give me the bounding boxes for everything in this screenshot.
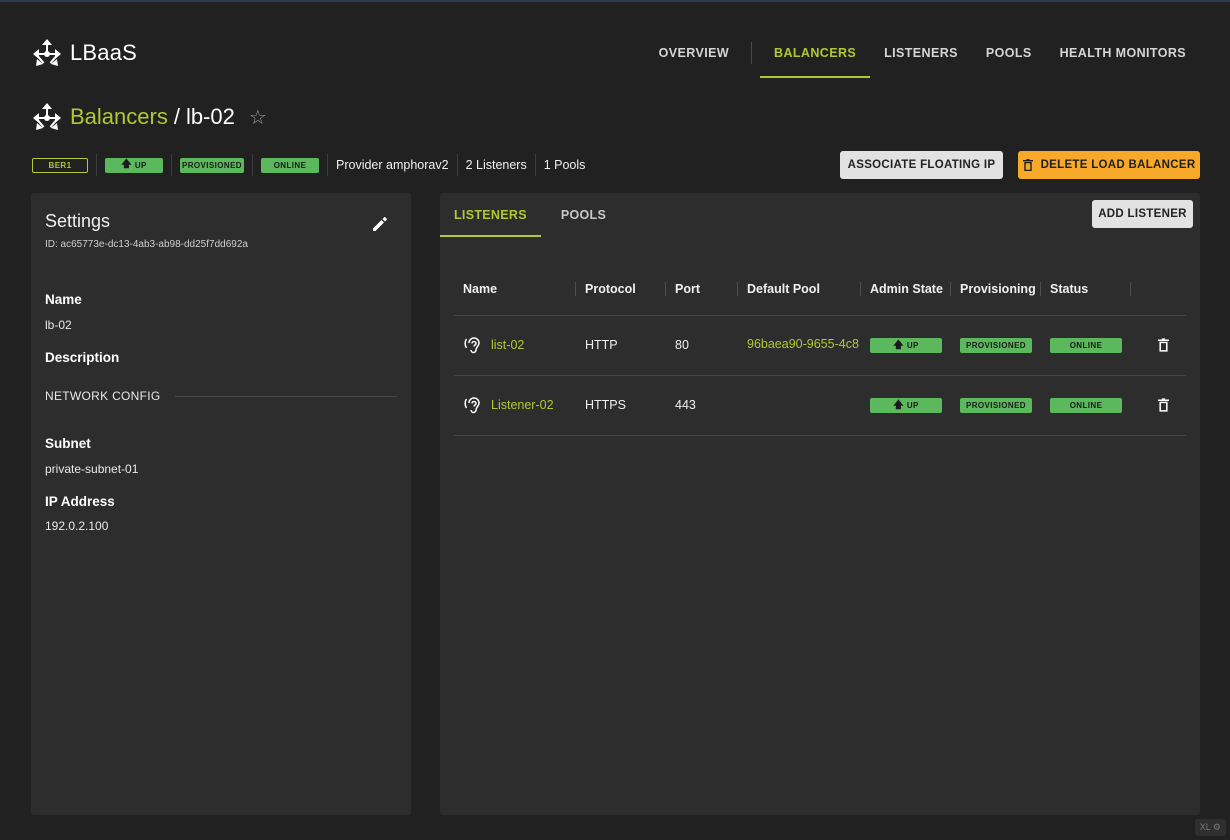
column-header-protocol[interactable]: Protocol — [576, 263, 666, 315]
ip-address-label: IP Address — [45, 494, 115, 509]
corner-badge-label: XL — [1199, 822, 1211, 832]
name-value: lb-02 — [45, 318, 72, 332]
trash-icon — [1022, 159, 1033, 171]
listener-protocol: HTTP — [576, 314, 666, 375]
provisioning-badge: PROVISIONED — [180, 157, 244, 173]
admin-state-text: UP — [906, 401, 919, 411]
table-row: list-02 HTTP 80 96baea90-9655-4c8 🡅 UP P… — [454, 314, 1186, 375]
provisioning-badge: PROVISIONED — [960, 338, 1032, 353]
listeners-table: Name Protocol Port Default Pool Admin St… — [454, 263, 1186, 436]
nav-listeners[interactable]: LISTENERS — [870, 32, 972, 78]
arrow-up-icon: 🡅 — [893, 339, 904, 351]
nav-health-monitors[interactable]: HEALTH MONITORS — [1046, 32, 1200, 78]
column-header-status[interactable]: Status — [1041, 263, 1131, 315]
admin-state-badge: 🡅 UP — [870, 338, 942, 354]
subnet-value: private-subnet-01 — [45, 462, 139, 476]
listener-port: 80 — [666, 314, 738, 375]
add-listener-button[interactable]: ADD LISTENER — [1092, 200, 1193, 228]
column-header-admin-state[interactable]: Admin State — [861, 263, 951, 315]
nav-overview[interactable]: OVERVIEW — [645, 32, 743, 78]
breadcrumb-separator: / — [173, 104, 180, 129]
tab-listeners[interactable]: LISTENERS — [440, 193, 541, 237]
default-pool-link[interactable]: 96baea90-9655-4c8 — [747, 337, 859, 351]
table-header-row: Name Protocol Port Default Pool Admin St… — [454, 263, 1186, 315]
admin-state-badge: 🡅 UP — [870, 398, 942, 414]
ip-address-value: 192.0.2.100 — [45, 519, 109, 533]
load-balancer-id: ID: ac65773e-dc13-4ab3-ab98-dd25f7dd692a — [45, 239, 248, 250]
app-title: LBaaS — [70, 40, 138, 65]
top-navigation: OVERVIEW BALANCERS LISTENERS POOLS HEALT… — [645, 32, 1200, 78]
settings-panel: Settings ID: ac65773e-dc13-4ab3-ab98-dd2… — [31, 193, 411, 815]
admin-state-text: UP — [134, 160, 147, 170]
region-badge: BER1 — [32, 157, 88, 173]
corner-badge[interactable]: XL ⚙ — [1194, 819, 1226, 836]
provider-text: Provider amphorav2 — [336, 158, 449, 172]
column-header-port[interactable]: Port — [666, 263, 738, 315]
column-header-name[interactable]: Name — [454, 263, 576, 315]
delete-load-balancer-label: DELETE LOAD BALANCER — [1040, 159, 1196, 171]
nav-balancers[interactable]: BALANCERS — [760, 32, 871, 78]
admin-state-text: UP — [906, 341, 919, 351]
ear-icon — [464, 337, 480, 354]
breadcrumb-balancers-link[interactable]: Balancers — [70, 104, 168, 130]
load-balancer-logo-icon — [33, 39, 61, 66]
pencil-icon[interactable] — [371, 215, 389, 233]
delete-load-balancer-button[interactable]: DELETE LOAD BALANCER — [1018, 151, 1200, 179]
app-header: LBaaS — [32, 38, 137, 68]
breadcrumb: Balancers / lb-02 ☆ — [32, 102, 267, 132]
name-label: Name — [45, 292, 82, 307]
associate-floating-ip-button[interactable]: ASSOCIATE FLOATING IP — [840, 151, 1003, 179]
network-config-divider: NETWORK CONFIG — [45, 389, 397, 403]
trash-icon[interactable] — [1157, 398, 1169, 412]
breadcrumb-current: lb-02 — [185, 104, 235, 129]
admin-state-badge: 🡅 UP — [105, 157, 163, 173]
arrow-up-icon: 🡅 — [121, 159, 132, 170]
listener-protocol: HTTPS — [576, 374, 666, 436]
nav-pools[interactable]: POOLS — [972, 32, 1046, 78]
column-header-actions — [1131, 263, 1186, 315]
trash-icon[interactable] — [1157, 338, 1169, 352]
table-row: Listener-02 HTTPS 443 🡅 UP PROVISIONED O… — [454, 374, 1186, 436]
status-badge: ONLINE — [1050, 338, 1122, 353]
pools-count: 1 Pools — [543, 158, 586, 172]
ear-icon — [464, 397, 480, 414]
listener-name-link[interactable]: Listener-02 — [491, 398, 554, 412]
load-balancer-icon — [33, 103, 61, 130]
listener-name-link[interactable]: list-02 — [491, 338, 524, 352]
operating-status-badge: ONLINE — [261, 157, 319, 173]
listeners-panel: LISTENERS POOLS ADD LISTENER Name Protoc… — [440, 193, 1200, 815]
subnet-label: Subnet — [45, 436, 91, 451]
panel-tabs: LISTENERS POOLS — [440, 193, 620, 237]
column-header-default-pool[interactable]: Default Pool — [738, 263, 861, 315]
star-outline-icon[interactable]: ☆ — [249, 105, 267, 130]
status-badge: ONLINE — [1050, 398, 1122, 413]
listeners-count: 2 Listeners — [465, 158, 527, 172]
settings-title: Settings — [45, 211, 111, 231]
tab-pools[interactable]: POOLS — [547, 193, 620, 237]
network-config-heading: NETWORK CONFIG — [45, 389, 161, 403]
listener-port: 443 — [666, 374, 738, 436]
status-bar: BER1 🡅 UP PROVISIONED ONLINE Provider am… — [32, 154, 585, 176]
column-header-provisioning[interactable]: Provisioning — [951, 263, 1041, 315]
nav-divider — [751, 42, 753, 64]
arrow-up-icon: 🡅 — [893, 399, 904, 411]
provisioning-badge: PROVISIONED — [960, 398, 1032, 413]
description-label: Description — [45, 350, 120, 365]
